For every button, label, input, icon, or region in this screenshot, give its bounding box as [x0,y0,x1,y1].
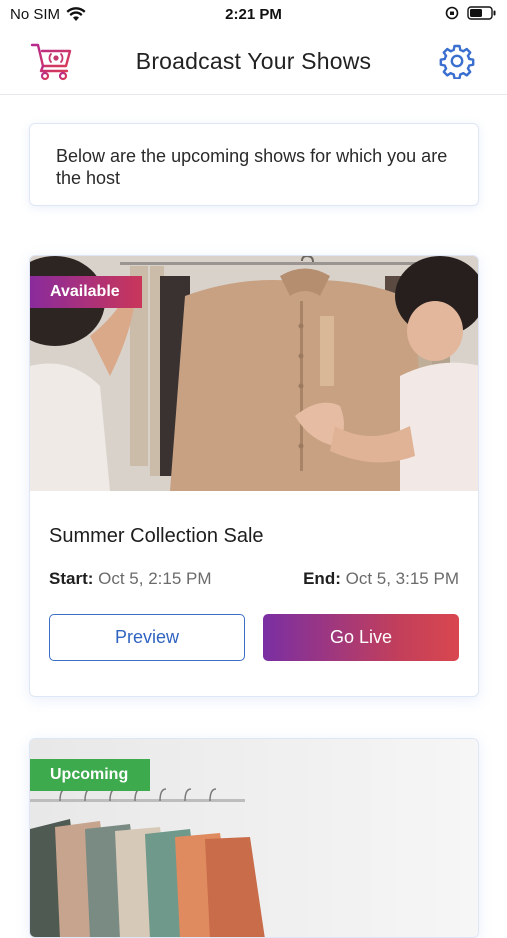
status-time: 2:21 PM [225,6,282,23]
gear-icon[interactable] [439,43,475,79]
battery-icon [467,6,496,20]
status-right [445,6,497,20]
show-card[interactable]: Upcoming [29,738,479,938]
status-badge: Upcoming [30,759,151,791]
end-value: Oct 5, 3:15 PM [345,569,459,588]
end-time: End: Oct 5, 3:15 PM [303,569,459,589]
shows-list[interactable]: Below are the upcoming shows for which y… [0,96,507,938]
info-text: Below are the upcoming shows for which y… [56,146,448,188]
show-card[interactable]: Available Summer Collection Sale Start: … [29,255,479,697]
start-time: Start: Oct 5, 2:15 PM [49,569,212,589]
status-badge: Available [30,276,142,308]
show-thumbnail: Upcoming [30,739,478,937]
preview-button[interactable]: Preview [49,614,245,661]
page-title: Broadcast Your Shows [135,48,372,74]
start-value: Oct 5, 2:15 PM [98,569,212,588]
go-live-button[interactable]: Go Live [263,614,459,661]
end-label: End: [303,569,341,588]
status-bar: No SIM 2:21 PM [0,0,507,30]
orientation-lock-icon [445,6,459,20]
show-times: Start: Oct 5, 2:15 PM End: Oct 5, 3:15 P… [49,569,459,591]
card-actions: Preview Go Live [49,614,459,662]
show-title: Summer Collection Sale [49,525,264,547]
show-thumbnail: Available [30,256,478,491]
info-card: Below are the upcoming shows for which y… [29,123,479,206]
start-label: Start: [49,569,94,588]
app-header: Broadcast Your Shows [0,30,507,95]
